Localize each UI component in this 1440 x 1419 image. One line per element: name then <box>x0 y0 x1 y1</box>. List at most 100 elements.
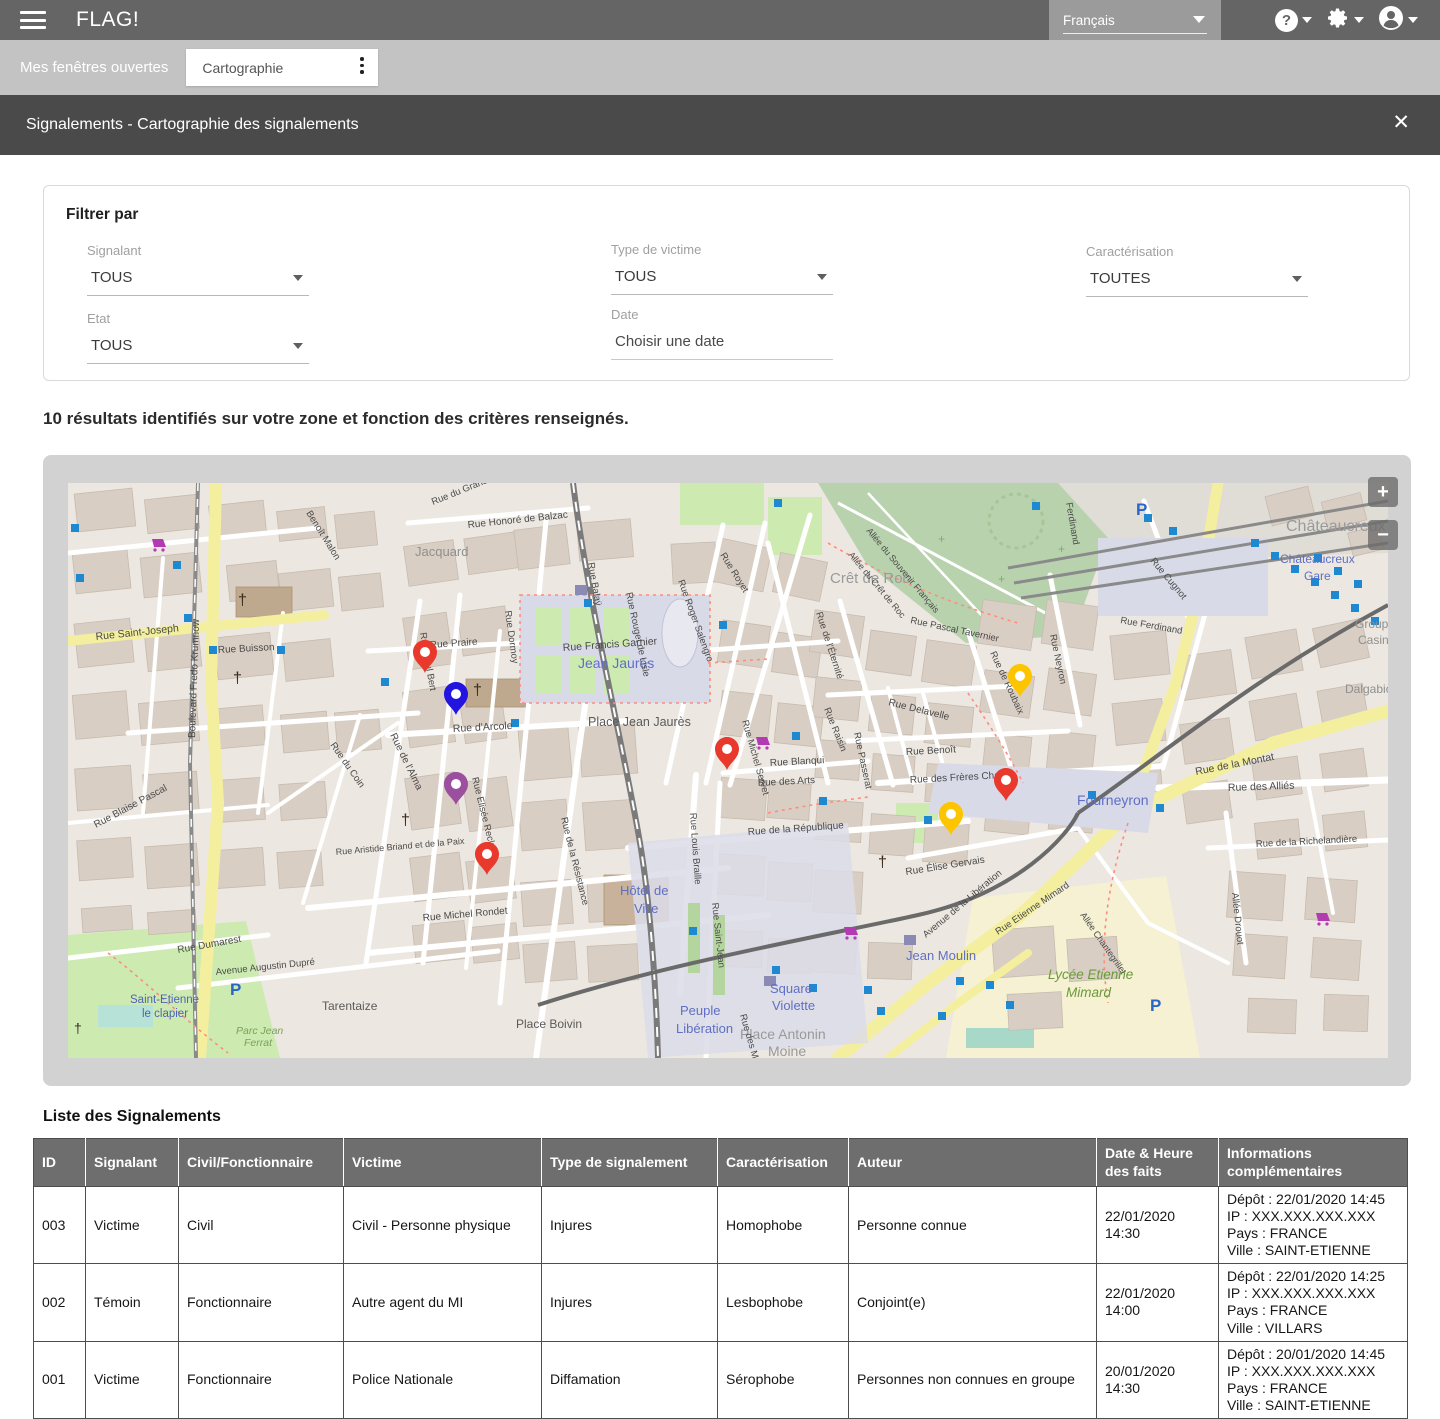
transit-stop-icon <box>1006 1001 1014 1009</box>
map-label: Moine <box>768 1043 806 1058</box>
transit-stop-icon <box>277 646 285 654</box>
map-label: † <box>233 670 242 687</box>
cell: Injures <box>542 1264 718 1341</box>
column-header: Informations complémentaires <box>1219 1139 1408 1187</box>
column-header: ID <box>34 1139 86 1187</box>
cell: Sérophobe <box>718 1341 849 1418</box>
field-label: Etat <box>87 311 309 326</box>
cell: Personnes non connues en groupe <box>849 1341 1097 1418</box>
chevron-down-icon <box>817 274 827 280</box>
help-button[interactable]: ? <box>1275 9 1312 32</box>
map-building <box>1323 994 1368 1032</box>
field-label: Caractérisation <box>1086 244 1308 259</box>
cell: Diffamation <box>542 1341 718 1418</box>
map-label: † <box>401 812 410 829</box>
map-label: † <box>74 1020 82 1036</box>
chevron-down-icon <box>293 275 303 281</box>
type-victime-value: TOUS <box>615 268 656 285</box>
chevron-down-icon <box>1193 16 1205 23</box>
table-row[interactable]: 003VictimeCivilCivil - Personne physique… <box>34 1187 1408 1264</box>
table-row[interactable]: 001VictimeFonctionnairePolice NationaleD… <box>34 1341 1408 1418</box>
transit-stop-icon <box>584 599 592 607</box>
map-label: P <box>1150 996 1161 1015</box>
cell: 22/01/2020 14:00 <box>1097 1264 1219 1341</box>
window-title-bar: Signalements - Cartographie des signalem… <box>0 95 1440 155</box>
filter-caracterisation: Caractérisation TOUTES <box>1086 244 1308 297</box>
window-title: Signalements - Cartographie des signalem… <box>26 116 359 134</box>
cell: Lesbophobe <box>718 1264 849 1341</box>
etat-select[interactable]: TOUS <box>87 330 309 364</box>
close-icon[interactable]: ✕ <box>1392 112 1410 133</box>
cell: Témoin <box>86 1264 179 1341</box>
map-building <box>865 630 916 676</box>
tram-station-icon <box>904 935 916 945</box>
column-header: Auteur <box>849 1139 1097 1187</box>
map-building <box>338 573 383 611</box>
caracterisation-select[interactable]: TOUTES <box>1086 263 1308 297</box>
map-label: Rue des Alliés <box>1228 780 1295 794</box>
column-header: Signalant <box>86 1139 179 1187</box>
cell: Personne connue <box>849 1187 1097 1264</box>
cell: 22/01/2020 14:30 <box>1097 1187 1219 1264</box>
signalant-select[interactable]: TOUS <box>87 262 309 296</box>
transit-stop-icon <box>924 816 932 824</box>
transit-stop-icon <box>209 646 217 654</box>
settings-button[interactable] <box>1326 6 1364 35</box>
map-building <box>812 677 862 722</box>
signalant-value: TOUS <box>91 269 132 286</box>
map-label: + <box>1058 542 1065 556</box>
cell: 002 <box>34 1264 86 1341</box>
hamburger-menu-icon[interactable] <box>20 11 46 29</box>
map-building <box>77 837 134 881</box>
list-title: Liste des Signalements <box>43 1108 1410 1126</box>
cell: 003 <box>34 1187 86 1264</box>
chevron-down-icon <box>293 343 303 349</box>
cell: Conjoint(e) <box>849 1264 1097 1341</box>
map-label: Violette <box>772 998 815 1013</box>
field-label: Type de victime <box>611 242 833 257</box>
cell: Police Nationale <box>344 1341 542 1418</box>
cell: Dépôt : 20/01/2020 14:45 IP : XXX.XXX.XX… <box>1219 1341 1408 1418</box>
map-label: Casino <box>1358 633 1388 647</box>
zoom-out-button[interactable]: − <box>1368 520 1398 550</box>
map-label: Hôtel de <box>620 883 668 898</box>
map-building <box>334 511 377 549</box>
transit-stop-icon <box>1334 567 1342 575</box>
date-input[interactable]: Choisir une date <box>611 326 833 360</box>
map-label: Peuple <box>680 1003 720 1018</box>
date-placeholder: Choisir une date <box>615 333 724 350</box>
transit-stop-icon <box>1156 804 1164 812</box>
cell: 001 <box>34 1341 86 1418</box>
zoom-in-button[interactable]: + <box>1368 477 1398 507</box>
gear-icon <box>1326 6 1350 35</box>
table-row[interactable]: 002TémoinFonctionnaireAutre agent du MII… <box>34 1264 1408 1341</box>
caracterisation-value: TOUTES <box>1090 270 1151 287</box>
chevron-down-icon <box>1408 17 1418 23</box>
map-label: Mimard <box>1066 985 1111 1000</box>
filter-type-victime: Type de victime TOUS <box>611 242 833 295</box>
map-building <box>72 691 130 740</box>
account-button[interactable] <box>1378 5 1418 36</box>
app-bar: FLAG! Français ? <box>0 0 1440 40</box>
cell: Civil - Personne physique <box>344 1187 542 1264</box>
map-building <box>140 552 202 598</box>
filter-title: Filtrer par <box>66 206 138 224</box>
map-label: Jean Moulin <box>906 948 976 963</box>
map-building <box>282 639 334 682</box>
filter-signalant: Signalant TOUS <box>87 243 309 296</box>
column-header: Victime <box>344 1139 542 1187</box>
language-select[interactable]: Français <box>1049 0 1221 40</box>
cell: Fonctionnaire <box>179 1341 344 1418</box>
field-label: Signalant <box>87 243 309 258</box>
map-building <box>921 640 976 689</box>
map-label: Square <box>770 981 812 996</box>
map-label: Châteaucreux <box>1280 552 1355 566</box>
type-victime-select[interactable]: TOUS <box>611 261 833 295</box>
map[interactable]: JacquardJean JaurèsPlace Jean JaurèsHôte… <box>68 483 1388 1058</box>
map-label: † <box>878 854 887 871</box>
tab-cartographie[interactable]: Cartographie <box>186 49 378 86</box>
transit-stop-icon <box>1271 552 1279 560</box>
transit-stop-icon <box>772 966 780 974</box>
cell: Autre agent du MI <box>344 1264 542 1341</box>
kebab-menu-icon[interactable] <box>360 57 364 77</box>
